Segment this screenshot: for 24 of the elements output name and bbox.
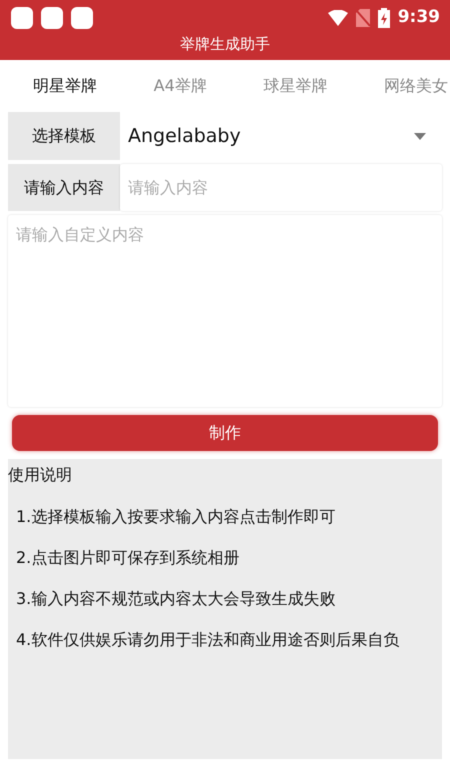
tab[interactable]: A4举牌 <box>154 74 207 98</box>
notification-icon <box>11 6 33 28</box>
notification-icon <box>71 6 93 28</box>
template-dropdown[interactable]: Angelababy <box>120 112 442 160</box>
tab[interactable]: 球星举牌 <box>263 74 328 98</box>
dropdown-caret-icon <box>414 132 426 140</box>
instruction-text: 2.点击图片即可保存到系统相册 <box>16 547 240 569</box>
custom-content-field[interactable]: 请输入自定义内容 <box>8 215 442 407</box>
app-title: 举牌生成助手 <box>179 34 271 55</box>
instruction-text: 1.选择模板输入按要求输入内容点击制作即可 <box>16 506 336 528</box>
notification-icon <box>41 6 63 28</box>
instructions-title: 使用说明 <box>8 464 73 486</box>
instruction-text: 4.软件仅供娱乐请勿用于非法和商业用途否则后果自负 <box>16 629 400 651</box>
template-label: 选择模板 <box>8 112 120 160</box>
wifi-icon <box>328 10 348 26</box>
content-label: 请输入内容 <box>8 164 120 211</box>
battery-icon <box>378 8 390 28</box>
no-sim-icon <box>356 8 370 26</box>
instruction-text: 3.输入内容不规范或内容太大会导致生成失败 <box>16 588 336 610</box>
make-button[interactable]: 制作 <box>12 415 438 451</box>
tab[interactable]: 明星举牌 <box>33 74 97 98</box>
clock-time: 9:39 <box>398 6 440 29</box>
content-input[interactable]: 请输入内容 <box>120 164 442 211</box>
tab[interactable]: 网络美女 <box>384 74 448 98</box>
